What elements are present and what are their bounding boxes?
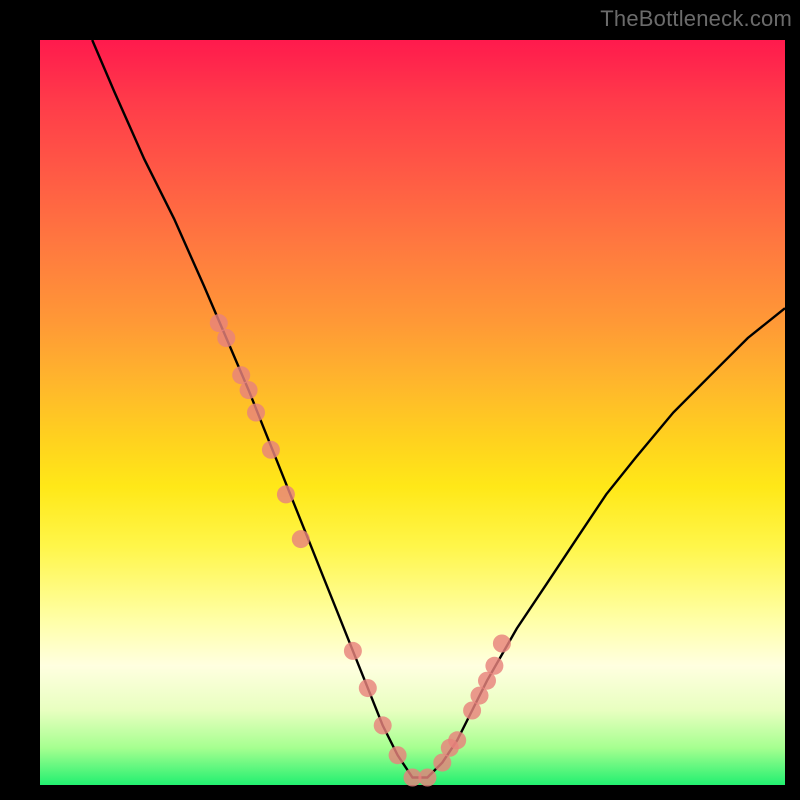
scatter-dot (217, 329, 235, 347)
scatter-dot (344, 642, 362, 660)
bottleneck-curve (92, 40, 785, 778)
scatter-dot (359, 679, 377, 697)
scatter-dot (389, 746, 407, 764)
plot-area (40, 40, 785, 785)
scatter-dot (448, 731, 466, 749)
chart-svg (40, 40, 785, 785)
scatter-dot (418, 769, 436, 787)
scatter-dot (292, 530, 310, 548)
scatter-dots (210, 314, 511, 786)
scatter-dot (374, 716, 392, 734)
chart-frame: TheBottleneck.com (0, 0, 800, 800)
watermark-text: TheBottleneck.com (600, 6, 792, 32)
scatter-dot (262, 441, 280, 459)
scatter-dot (247, 404, 265, 422)
scatter-dot (493, 635, 511, 653)
scatter-dot (240, 381, 258, 399)
scatter-dot (277, 485, 295, 503)
scatter-dot (485, 657, 503, 675)
